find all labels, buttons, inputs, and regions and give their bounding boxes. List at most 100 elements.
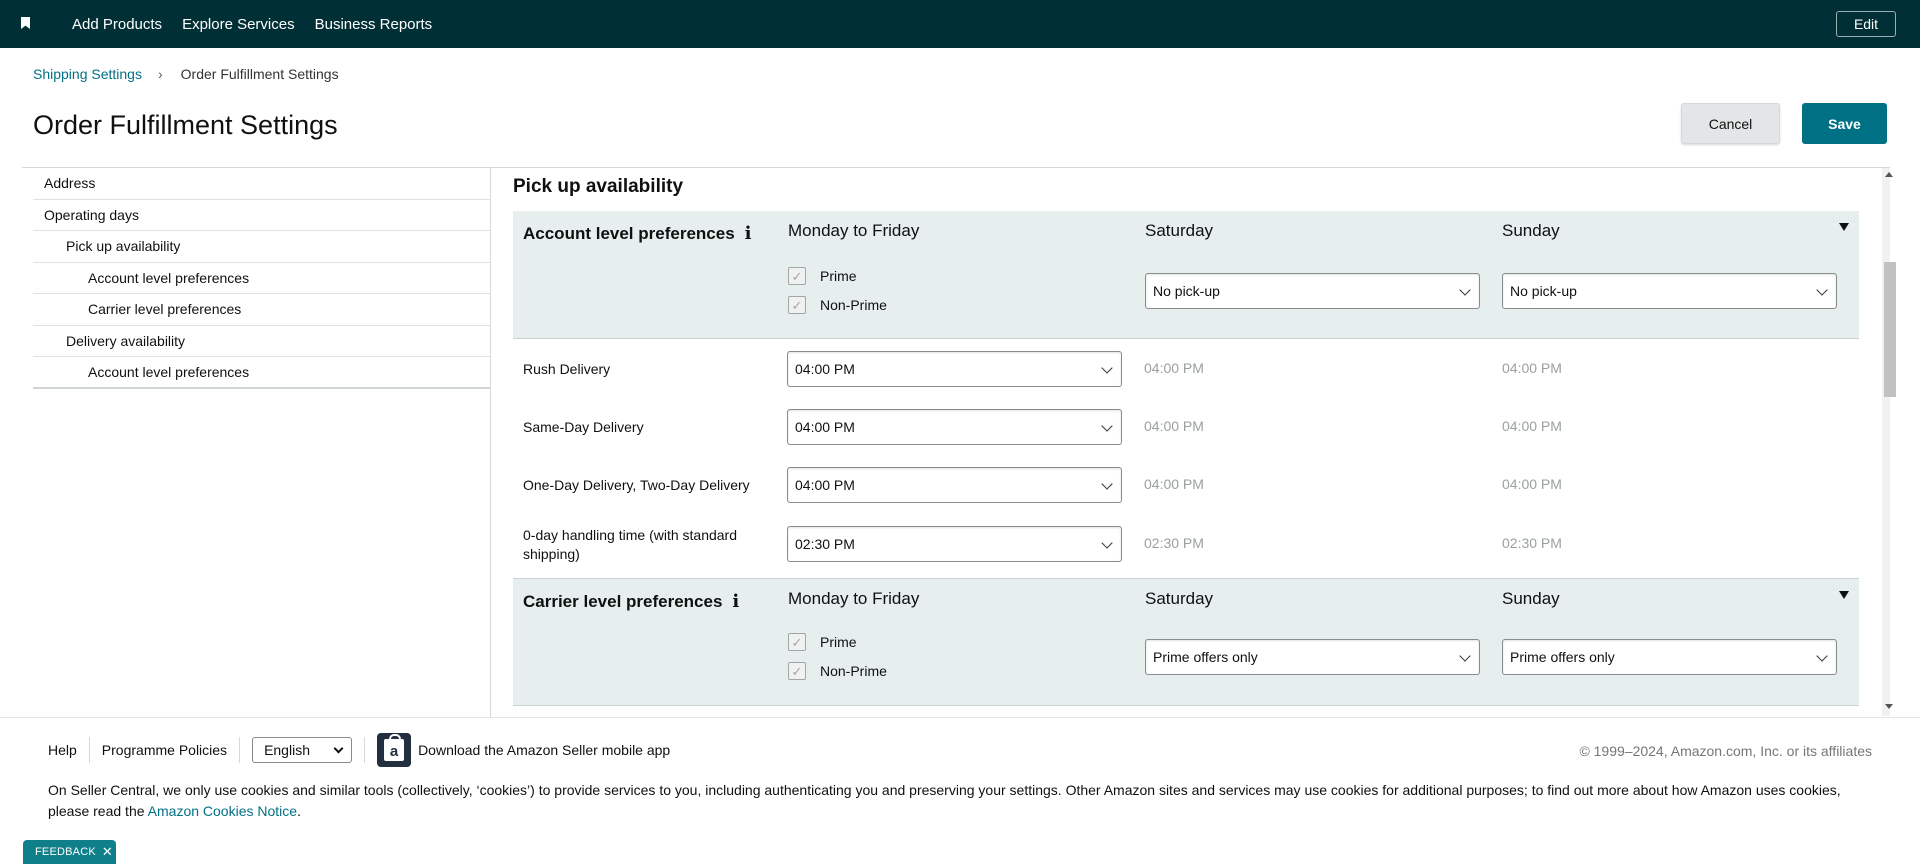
feedback-label: FEEDBACK: [35, 846, 96, 858]
footer-links: Help Programme Policies English a Downlo…: [48, 733, 670, 767]
zero-day-weekday-value: 02:30 PM: [795, 536, 855, 552]
carrier-level-preferences-panel: Carrier level preferences i Monday to Fr…: [513, 578, 1859, 706]
breadcrumb-shipping-settings[interactable]: Shipping Settings: [33, 66, 142, 82]
cookie-notice: On Seller Central, we only use cookies a…: [48, 780, 1878, 822]
carrier-sunday-select[interactable]: Prime offers only: [1502, 639, 1837, 675]
chevron-down-icon: [1816, 284, 1828, 296]
footer-help-link[interactable]: Help: [48, 742, 77, 758]
sidebar-item-address[interactable]: Address: [33, 168, 490, 200]
main-content: Pick up availability Account level prefe…: [491, 168, 1882, 716]
sidebar-item-pickup-availability[interactable]: Pick up availability: [33, 231, 490, 263]
rush-delivery-weekday-value: 04:00 PM: [795, 361, 855, 377]
breadcrumb: Shipping Settings › Order Fulfillment Se…: [33, 66, 339, 82]
footer-divider: [88, 737, 90, 763]
breadcrumb-current: Order Fulfillment Settings: [180, 66, 339, 82]
footer-policies-link[interactable]: Programme Policies: [102, 742, 227, 758]
footer-divider: [364, 737, 366, 763]
save-button[interactable]: Save: [1802, 103, 1887, 144]
nonprime-checkbox[interactable]: ✓: [788, 296, 806, 314]
chevron-down-icon: [333, 743, 344, 754]
sunday-pickup-select[interactable]: No pick-up: [1502, 273, 1837, 309]
chevron-down-icon: [1101, 537, 1113, 549]
language-select[interactable]: English: [252, 737, 353, 763]
scrollbar-track[interactable]: [1882, 168, 1890, 716]
prime-checkbox-label: Prime: [820, 634, 857, 650]
nav-links: Add Products Explore Services Business R…: [72, 0, 432, 48]
sidebar-item-delivery-availability[interactable]: Delivery availability: [33, 326, 490, 357]
chevron-down-icon: [1816, 650, 1828, 662]
chevron-down-icon: [1459, 650, 1471, 662]
nav-link-business-reports[interactable]: Business Reports: [315, 16, 433, 33]
zero-day-weekday-select[interactable]: 02:30 PM: [787, 526, 1122, 562]
nonprime-checkbox-row[interactable]: ✓ Non-Prime: [788, 296, 887, 314]
cookies-notice-link[interactable]: Amazon Cookies Notice: [148, 803, 297, 819]
settings-sidebar: Address Operating days Pick up availabil…: [33, 168, 490, 389]
prime-checkbox[interactable]: ✓: [788, 267, 806, 285]
footer: Help Programme Policies English a Downlo…: [0, 717, 1920, 864]
account-prefs-title: Account level preferences i: [523, 223, 752, 244]
same-day-sunday-value: 04:00 PM: [1502, 418, 1562, 434]
col-head-saturday: Saturday: [1145, 221, 1214, 240]
same-day-saturday-value: 04:00 PM: [1144, 418, 1204, 434]
account-prefs-title-text: Account level preferences: [523, 223, 735, 243]
sidebar-item-pickup-carrier-prefs[interactable]: Carrier level preferences: [33, 294, 490, 326]
nonprime-checkbox-row[interactable]: ✓ Non-Prime: [788, 662, 887, 680]
row-label-same-day-delivery: Same-Day Delivery: [523, 419, 644, 435]
prime-checkbox-row[interactable]: ✓ Prime: [788, 267, 857, 285]
sidebar-item-operating-days[interactable]: Operating days: [33, 200, 490, 231]
scrollbar-thumb[interactable]: [1884, 262, 1896, 397]
col-head-sunday: Sunday: [1502, 221, 1560, 240]
nav-link-add-products[interactable]: Add Products: [72, 16, 162, 33]
prime-checkbox[interactable]: ✓: [788, 633, 806, 651]
sunday-pickup-value: No pick-up: [1510, 283, 1577, 299]
copyright-text: © 1999–2024, Amazon.com, Inc. or its aff…: [1579, 743, 1872, 759]
top-nav-bar: Add Products Explore Services Business R…: [0, 0, 1920, 48]
scroll-up-arrow-icon[interactable]: [1885, 172, 1893, 177]
saturday-pickup-value: No pick-up: [1153, 283, 1220, 299]
feedback-tab[interactable]: FEEDBACK ✕: [23, 840, 116, 864]
col-head-weekday: Monday to Friday: [788, 589, 920, 608]
info-icon[interactable]: i: [745, 223, 752, 244]
one-two-day-weekday-select[interactable]: 04:00 PM: [787, 467, 1122, 503]
rush-delivery-saturday-value: 04:00 PM: [1144, 360, 1204, 376]
carrier-prefs-title: Carrier level preferences i: [523, 591, 739, 612]
cookie-notice-end: .: [297, 803, 301, 819]
sidebar-item-delivery-account-prefs[interactable]: Account level preferences: [33, 357, 490, 389]
rush-delivery-sunday-value: 04:00 PM: [1502, 360, 1562, 376]
sidebar-item-pickup-account-prefs[interactable]: Account level preferences: [33, 263, 490, 294]
prime-checkbox-label: Prime: [820, 268, 857, 284]
nav-link-explore-services[interactable]: Explore Services: [182, 16, 295, 33]
same-day-weekday-select[interactable]: 04:00 PM: [787, 409, 1122, 445]
carrier-saturday-select[interactable]: Prime offers only: [1145, 639, 1480, 675]
shopping-bag-icon: a: [384, 734, 405, 761]
cancel-button[interactable]: Cancel: [1681, 103, 1780, 144]
language-value: English: [264, 742, 310, 758]
row-label-zero-day-handling: 0-day handling time (with standard shipp…: [523, 527, 738, 562]
saturday-pickup-select[interactable]: No pick-up: [1145, 273, 1480, 309]
info-icon[interactable]: i: [732, 591, 739, 612]
account-level-preferences-panel: Account level preferences i Monday to Fr…: [513, 211, 1859, 339]
zero-day-sunday-value: 02:30 PM: [1502, 535, 1562, 551]
collapse-caret-icon[interactable]: [1839, 591, 1849, 599]
bookmark-icon[interactable]: [21, 17, 30, 29]
chevron-down-icon: [1101, 362, 1113, 374]
carrier-saturday-value: Prime offers only: [1153, 649, 1258, 665]
one-two-day-weekday-value: 04:00 PM: [795, 477, 855, 493]
rush-delivery-weekday-select[interactable]: 04:00 PM: [787, 351, 1122, 387]
collapse-caret-icon[interactable]: [1839, 223, 1849, 231]
nonprime-checkbox-label: Non-Prime: [820, 297, 887, 313]
close-icon[interactable]: ✕: [102, 844, 113, 860]
scroll-down-arrow-icon[interactable]: [1885, 704, 1893, 709]
prime-checkbox-row[interactable]: ✓ Prime: [788, 633, 857, 651]
row-label-one-two-day-delivery: One-Day Delivery, Two-Day Delivery: [523, 477, 750, 493]
carrier-sunday-value: Prime offers only: [1510, 649, 1615, 665]
zero-day-saturday-value: 02:30 PM: [1144, 535, 1204, 551]
chevron-down-icon: [1101, 478, 1113, 490]
nonprime-checkbox[interactable]: ✓: [788, 662, 806, 680]
edit-button[interactable]: Edit: [1836, 11, 1896, 37]
cookie-notice-text: On Seller Central, we only use cookies a…: [48, 782, 1841, 819]
footer-divider: [239, 737, 241, 763]
seller-app-icon[interactable]: a: [377, 733, 412, 767]
nonprime-checkbox-label: Non-Prime: [820, 663, 887, 679]
download-app-link[interactable]: Download the Amazon Seller mobile app: [418, 742, 670, 758]
